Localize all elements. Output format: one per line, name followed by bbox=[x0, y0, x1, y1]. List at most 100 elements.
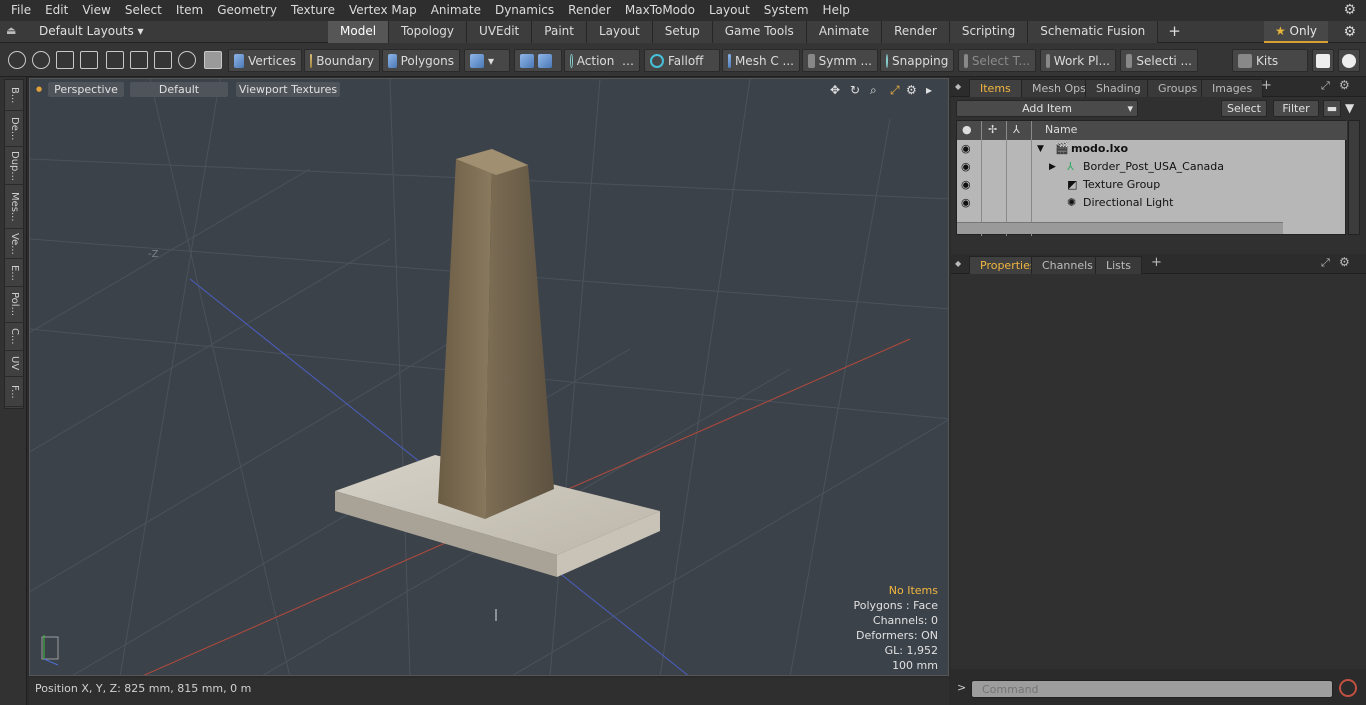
filter-button[interactable]: Filter bbox=[1273, 100, 1319, 117]
menu-texture[interactable]: Texture bbox=[284, 0, 342, 21]
menu-help[interactable]: Help bbox=[816, 0, 857, 21]
pan-icon[interactable]: ✥ bbox=[830, 83, 840, 97]
brush-icon[interactable] bbox=[80, 51, 98, 69]
zoom-icon[interactable]: ⌕ bbox=[870, 83, 877, 98]
shading-dropdown[interactable]: Default bbox=[130, 82, 228, 97]
viewport-menu-dot-icon[interactable]: ● bbox=[36, 85, 42, 93]
vtab-mesh-edit[interactable]: Mes... bbox=[4, 185, 24, 229]
menu-item[interactable]: Item bbox=[169, 0, 210, 21]
menu-geometry[interactable]: Geometry bbox=[210, 0, 284, 21]
panel-menu-icon[interactable]: ◆ bbox=[955, 259, 961, 268]
settings-gear-icon[interactable]: ⚙ bbox=[1343, 24, 1356, 40]
tree-horizontal-scrollbar[interactable] bbox=[957, 222, 1283, 234]
menu-animate[interactable]: Animate bbox=[424, 0, 488, 21]
tab-scripting[interactable]: Scripting bbox=[949, 21, 1029, 43]
tab-lists[interactable]: Lists bbox=[1095, 256, 1142, 274]
collapse-icon[interactable]: ⏏ bbox=[6, 24, 16, 37]
3d-viewport[interactable]: -Z ● Perspective Default Viewport Textur… bbox=[29, 78, 949, 676]
select-button[interactable]: Select bbox=[1221, 100, 1267, 117]
eye-icon[interactable]: ◉ bbox=[961, 194, 971, 212]
unity-button[interactable] bbox=[1312, 49, 1334, 72]
menu-vertex-map[interactable]: Vertex Map bbox=[342, 0, 424, 21]
tab-uvedit[interactable]: UVEdit bbox=[467, 21, 533, 43]
tab-layout[interactable]: Layout bbox=[586, 21, 653, 43]
tree-row-scene[interactable]: ◉ ▼ 🎬 modo.lxo bbox=[957, 140, 1347, 158]
vtab-deform[interactable]: De... bbox=[4, 111, 24, 147]
polygons-button[interactable]: Polygons bbox=[382, 49, 460, 72]
default-layouts-dropdown[interactable]: Default Layouts ▾ bbox=[39, 24, 144, 38]
vtab-fusion[interactable]: F... bbox=[4, 377, 24, 407]
rotate-icon[interactable] bbox=[178, 51, 196, 69]
panel-gear-icon[interactable]: ⚙ bbox=[1339, 78, 1350, 92]
perspective-dropdown[interactable]: Perspective bbox=[48, 82, 124, 97]
vtab-curve[interactable]: C... bbox=[4, 323, 24, 351]
menu-file[interactable]: File bbox=[4, 0, 38, 21]
work-plane-button[interactable]: Work Pl... bbox=[1040, 49, 1116, 72]
add-item-button[interactable]: Add Item ▾ bbox=[956, 100, 1138, 117]
tab-channels[interactable]: Channels bbox=[1031, 256, 1104, 274]
panel-gear-icon[interactable]: ⚙ bbox=[1339, 255, 1350, 269]
tab-render[interactable]: Render bbox=[882, 21, 950, 43]
menu-select[interactable]: Select bbox=[118, 0, 169, 21]
vtab-duplicate[interactable]: Dup... bbox=[4, 147, 24, 185]
name-column-header[interactable]: Name bbox=[1045, 121, 1077, 139]
tree-row-mesh[interactable]: ◉ ▶ ⅄ Border_Post_USA_Canada bbox=[957, 158, 1347, 176]
expand-arrow-icon[interactable]: ▸ bbox=[926, 83, 932, 97]
vtab-uv[interactable]: UV bbox=[4, 351, 24, 377]
tab-groups[interactable]: Groups bbox=[1147, 79, 1209, 97]
tab-shading[interactable]: Shading bbox=[1085, 79, 1152, 97]
add-panel-tab-icon[interactable]: + bbox=[1151, 255, 1162, 270]
snapping-button[interactable]: Snapping bbox=[880, 49, 954, 72]
frame-icon[interactable] bbox=[154, 51, 172, 69]
symmetry-button[interactable]: Symm ... bbox=[802, 49, 878, 72]
menu-view[interactable]: View bbox=[75, 0, 117, 21]
panel-menu-icon[interactable]: ◆ bbox=[955, 82, 961, 91]
vertices-button[interactable]: Vertices bbox=[228, 49, 302, 72]
vtab-vertex[interactable]: Ve... bbox=[4, 229, 24, 259]
select-circle-icon[interactable] bbox=[8, 51, 26, 69]
tab-schematic-fusion[interactable]: Schematic Fusion bbox=[1028, 21, 1159, 43]
tab-items[interactable]: Items bbox=[969, 79, 1022, 97]
kits-button[interactable]: Kits bbox=[1232, 49, 1308, 72]
tree-row-light[interactable]: ◉ ✺ Directional Light bbox=[957, 194, 1347, 212]
only-toggle[interactable]: ★ Only bbox=[1264, 21, 1328, 43]
menu-system[interactable]: System bbox=[757, 0, 816, 21]
gear-icon[interactable]: ⚙ bbox=[1343, 2, 1356, 18]
tab-images[interactable]: Images bbox=[1201, 79, 1264, 97]
mesh-constraint-button[interactable]: Mesh C ... bbox=[722, 49, 800, 72]
pen-icon[interactable] bbox=[56, 51, 74, 69]
add-tab-icon[interactable]: + bbox=[1158, 21, 1191, 43]
item-mode-icon[interactable] bbox=[204, 51, 222, 69]
viewport-textures-dropdown[interactable]: Viewport Textures bbox=[236, 82, 340, 97]
collapse-button[interactable]: ▬ bbox=[1323, 100, 1341, 117]
vtab-polygon[interactable]: Pol... bbox=[4, 287, 24, 323]
panel-maximize-icon[interactable]: ⤢ bbox=[1321, 256, 1330, 270]
record-icon[interactable] bbox=[1339, 679, 1357, 697]
eye-icon[interactable]: ◉ bbox=[961, 158, 971, 176]
viewport-gear-icon[interactable]: ⚙ bbox=[906, 83, 917, 97]
command-input[interactable] bbox=[971, 680, 1333, 698]
tree-vertical-scrollbar[interactable] bbox=[1348, 120, 1360, 235]
tree-row-texture-group[interactable]: ◉ ◩ Texture Group bbox=[957, 176, 1347, 194]
falloff-button[interactable]: Falloff bbox=[644, 49, 720, 72]
menu-dynamics[interactable]: Dynamics bbox=[488, 0, 561, 21]
material-mode-button[interactable]: ▾ bbox=[464, 49, 510, 72]
menu-render[interactable]: Render bbox=[561, 0, 618, 21]
tab-game-tools[interactable]: Game Tools bbox=[712, 21, 807, 43]
select-through-button[interactable]: Select T... bbox=[958, 49, 1036, 72]
eye-icon[interactable]: ◉ bbox=[961, 140, 971, 158]
vtab-edge[interactable]: E... bbox=[4, 259, 24, 287]
expand-arrow-icon[interactable]: ▶ bbox=[1049, 158, 1056, 176]
selection-sets-button[interactable]: Selecti ... bbox=[1120, 49, 1198, 72]
orbit-icon[interactable]: ↻ bbox=[850, 83, 860, 97]
tab-animate[interactable]: Animate bbox=[806, 21, 883, 43]
maximize-icon[interactable]: ⤢ bbox=[890, 83, 900, 98]
unreal-button[interactable] bbox=[1338, 49, 1360, 72]
boundary-button[interactable]: Boundary bbox=[304, 49, 380, 72]
globe-icon[interactable] bbox=[32, 51, 50, 69]
add-panel-tab-icon[interactable]: + bbox=[1261, 78, 1272, 93]
menu-layout[interactable]: Layout bbox=[702, 0, 757, 21]
tab-topology[interactable]: Topology bbox=[389, 21, 468, 43]
tab-model[interactable]: Model bbox=[328, 21, 390, 43]
action-center-button[interactable]: Action … bbox=[564, 49, 640, 72]
